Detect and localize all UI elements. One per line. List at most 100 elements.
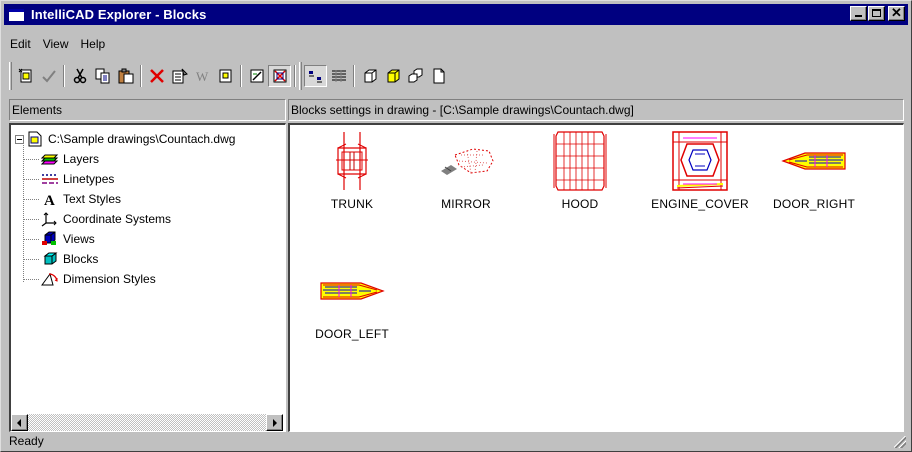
block-label: MIRROR bbox=[441, 197, 491, 211]
block-item-engine-cover[interactable]: ENGINE_COVER bbox=[650, 129, 750, 211]
copy-icon bbox=[95, 68, 109, 84]
insert-icon bbox=[219, 69, 231, 83]
copy-button[interactable] bbox=[91, 65, 114, 87]
block-insert-button[interactable] bbox=[404, 65, 427, 87]
block-insert-icon bbox=[408, 68, 422, 83]
tree-connector bbox=[23, 219, 39, 220]
app-icon[interactable] bbox=[8, 7, 25, 22]
scroll-track[interactable] bbox=[28, 414, 266, 431]
block-item-door-left[interactable]: DOOR_LEFT bbox=[302, 259, 402, 341]
toolbar-grip[interactable] bbox=[299, 62, 302, 90]
purge-button[interactable] bbox=[245, 65, 268, 87]
views-icon bbox=[41, 231, 59, 247]
wblock-button[interactable]: W bbox=[191, 65, 214, 87]
block-item-mirror[interactable]: MIRROR bbox=[416, 129, 516, 211]
tree-root-item[interactable]: C:\Sample drawings\Countach.dwg bbox=[15, 129, 235, 149]
title-bar[interactable]: IntelliCAD Explorer - Blocks ✕ bbox=[4, 4, 908, 25]
check-button[interactable] bbox=[37, 65, 60, 87]
purge-icon bbox=[250, 69, 263, 83]
horizontal-scrollbar[interactable] bbox=[11, 414, 283, 431]
block-label: TRUNK bbox=[330, 197, 374, 211]
tree-connector bbox=[23, 279, 39, 280]
tree-item-text-styles[interactable]: A Text Styles bbox=[15, 189, 235, 209]
tree-item-linetypes[interactable]: Linetypes bbox=[15, 169, 235, 189]
elements-panel: Elements C:\Sample drawings\Countach.dwg bbox=[9, 99, 286, 432]
block-preview-hood bbox=[530, 129, 630, 193]
purge-all-icon bbox=[273, 69, 286, 83]
elements-header: Elements bbox=[9, 99, 286, 121]
properties-button[interactable] bbox=[168, 65, 191, 87]
block-page-icon bbox=[433, 68, 444, 84]
elements-tree: C:\Sample drawings\Countach.dwg Layers L… bbox=[15, 129, 235, 289]
new-item-icon bbox=[18, 68, 31, 83]
resize-grip-icon[interactable] bbox=[894, 436, 906, 448]
block-page-button[interactable] bbox=[427, 65, 450, 87]
tree-connector bbox=[23, 199, 39, 200]
maximize-button[interactable] bbox=[868, 6, 885, 21]
small-icons-view-button[interactable] bbox=[304, 65, 327, 87]
cut-icon bbox=[73, 68, 86, 84]
block-item-door-right[interactable]: DOOR_RIGHT bbox=[764, 129, 864, 211]
blocks-panel: Blocks settings in drawing - [C:\Sample … bbox=[288, 99, 904, 432]
new-item-button[interactable] bbox=[14, 65, 37, 87]
window-controls: ✕ bbox=[849, 5, 905, 21]
block-preview-trunk bbox=[302, 129, 402, 193]
dimension-styles-icon bbox=[41, 271, 59, 287]
block-item-hood[interactable]: HOOD bbox=[530, 129, 630, 211]
details-view-button[interactable] bbox=[327, 65, 350, 87]
menu-help[interactable]: Help bbox=[74, 35, 111, 53]
tree-item-coordinate-systems[interactable]: Coordinate Systems bbox=[15, 209, 235, 229]
tree-item-layers[interactable]: Layers bbox=[15, 149, 235, 169]
collapse-toggle-icon[interactable] bbox=[15, 134, 24, 144]
toolbar-separator bbox=[353, 65, 355, 87]
details-view-icon bbox=[331, 70, 346, 82]
close-icon: ✕ bbox=[891, 5, 902, 20]
blocks-grid: TRUNK MIRROR HOOD ENGINE_COVER DOOR_RIGH… bbox=[290, 125, 903, 431]
elements-tree-view[interactable]: C:\Sample drawings\Countach.dwg Layers L… bbox=[9, 123, 286, 432]
wblock-icon: W bbox=[196, 69, 209, 84]
svg-text:A: A bbox=[44, 193, 55, 207]
purge-all-button[interactable] bbox=[268, 65, 291, 87]
status-text: Ready bbox=[9, 434, 44, 448]
tree-item-label: Text Styles bbox=[63, 192, 122, 206]
layers-icon bbox=[41, 151, 59, 167]
menu-view[interactable]: View bbox=[37, 35, 75, 53]
tree-connector bbox=[23, 179, 39, 180]
insert-button[interactable] bbox=[214, 65, 237, 87]
tree-item-label: Coordinate Systems bbox=[63, 212, 172, 226]
block-view-button[interactable] bbox=[358, 65, 381, 87]
cut-button[interactable] bbox=[68, 65, 91, 87]
menu-edit[interactable]: Edit bbox=[4, 35, 37, 53]
toolbar-separator bbox=[240, 65, 242, 87]
minimize-button[interactable] bbox=[850, 6, 867, 21]
toolbar-separator bbox=[63, 65, 65, 87]
block-preview-mirror bbox=[416, 129, 516, 193]
window-title: IntelliCAD Explorer - Blocks bbox=[31, 7, 207, 22]
block-current-button[interactable] bbox=[381, 65, 404, 87]
toolbar-grip[interactable] bbox=[9, 62, 12, 90]
block-item-trunk[interactable]: TRUNK bbox=[302, 129, 402, 211]
arrow-left-icon bbox=[17, 419, 21, 427]
paste-icon bbox=[118, 68, 133, 84]
check-icon bbox=[41, 70, 56, 83]
scroll-right-button[interactable] bbox=[266, 414, 283, 431]
block-preview-door-right bbox=[764, 129, 864, 193]
toolbar-separator bbox=[140, 65, 142, 87]
paste-button[interactable] bbox=[114, 65, 137, 87]
properties-icon bbox=[172, 68, 188, 84]
close-button[interactable]: ✕ bbox=[888, 5, 905, 21]
tree-item-label: Dimension Styles bbox=[63, 272, 156, 286]
blocks-icon bbox=[41, 251, 59, 267]
scroll-left-button[interactable] bbox=[11, 414, 28, 431]
tree-item-dimension-styles[interactable]: Dimension Styles bbox=[15, 269, 235, 289]
tree-item-blocks[interactable]: Blocks bbox=[15, 249, 235, 269]
tree-item-views[interactable]: Views bbox=[15, 229, 235, 249]
text-styles-icon: A bbox=[41, 191, 59, 207]
drawing-file-icon bbox=[26, 131, 44, 147]
delete-button[interactable] bbox=[145, 65, 168, 87]
blocks-list-view[interactable]: TRUNK MIRROR HOOD ENGINE_COVER DOOR_RIGH… bbox=[288, 123, 904, 432]
block-preview-engine-cover bbox=[650, 129, 750, 193]
toolbar: W bbox=[9, 59, 904, 93]
toolbar-separator bbox=[294, 65, 296, 87]
tree-item-label: Linetypes bbox=[63, 172, 115, 186]
